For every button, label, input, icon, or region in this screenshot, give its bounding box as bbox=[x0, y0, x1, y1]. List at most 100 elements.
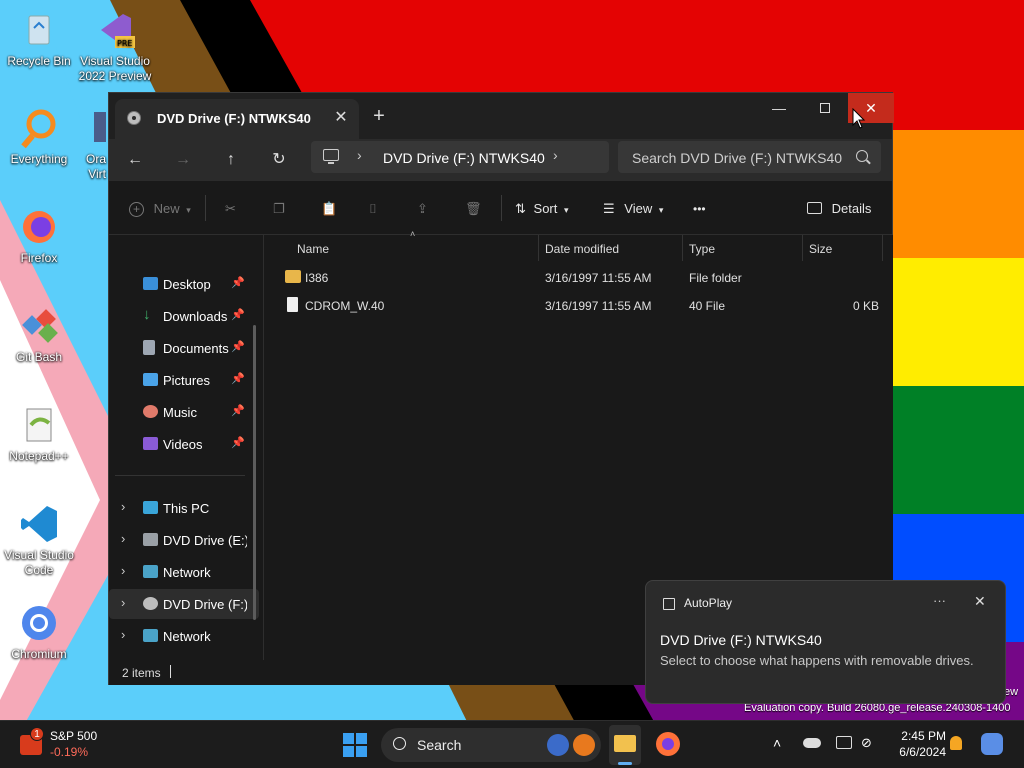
chevron-right-icon[interactable]: › bbox=[121, 595, 125, 610]
svg-text:PRE: PRE bbox=[117, 39, 132, 48]
nav-item-label: This PC bbox=[163, 501, 210, 516]
column-divider[interactable] bbox=[538, 235, 539, 261]
desktop-icon bbox=[143, 277, 158, 290]
new-tab-button[interactable]: + bbox=[367, 105, 391, 129]
column-divider[interactable] bbox=[802, 235, 803, 261]
onedrive-icon[interactable] bbox=[803, 738, 821, 748]
sort-indicator-icon: ˄ bbox=[410, 229, 416, 239]
desktop-icon-oracle[interactable]: Ora Virt bbox=[66, 106, 110, 182]
toast-more-button[interactable]: ··· bbox=[933, 593, 946, 608]
breadcrumb-chevron-icon[interactable]: › bbox=[553, 147, 558, 163]
file-date: 3/16/1997 11:55 AM bbox=[545, 271, 652, 285]
delete-button[interactable]: 🗑 bbox=[465, 199, 482, 219]
nav-item-dvd-e[interactable]: › DVD Drive (E:) L bbox=[109, 525, 259, 555]
view-button[interactable]: ☰ View ▾ bbox=[603, 199, 663, 219]
up-button[interactable]: ↑ bbox=[217, 148, 245, 172]
column-header-type[interactable]: Type bbox=[689, 242, 715, 256]
sort-icon: ⇅ bbox=[515, 201, 526, 216]
desktop-icon-vscode[interactable]: Visual Studio Code bbox=[0, 502, 78, 578]
notepadpp-icon bbox=[17, 403, 61, 447]
nav-item-network[interactable]: › Network bbox=[109, 557, 259, 587]
search-icon bbox=[393, 737, 406, 750]
desktop-icon-notepadpp[interactable]: Notepad++ bbox=[0, 403, 78, 464]
nav-item-label: DVD Drive (E:) L bbox=[163, 533, 247, 548]
tab-dvd-drive[interactable]: DVD Drive (F:) NTWKS40 ✕ bbox=[115, 99, 359, 139]
taskbar-search[interactable]: Search bbox=[381, 728, 601, 762]
chevron-right-icon[interactable]: › bbox=[121, 627, 125, 642]
start-button[interactable] bbox=[343, 733, 367, 757]
taskbar-file-explorer[interactable] bbox=[609, 725, 641, 765]
breadcrumb-current[interactable]: DVD Drive (F:) NTWKS40 bbox=[383, 150, 545, 166]
cut-button[interactable]: ✂ bbox=[225, 199, 236, 219]
basketball-icon bbox=[573, 734, 595, 756]
breadcrumb-chevron-icon[interactable]: › bbox=[357, 147, 362, 163]
address-field[interactable]: › DVD Drive (F:) NTWKS40 › bbox=[311, 141, 609, 173]
back-button[interactable]: ← bbox=[121, 148, 149, 172]
nav-item-pictures[interactable]: Pictures 📌 bbox=[109, 365, 259, 395]
paste-button[interactable]: 📋 bbox=[321, 199, 337, 219]
video-icon bbox=[143, 437, 158, 450]
recycle-bin-icon bbox=[17, 8, 61, 52]
share-button[interactable]: ⇪ bbox=[417, 199, 428, 219]
dvd-icon bbox=[143, 597, 158, 610]
nav-item-label: Network bbox=[163, 565, 211, 580]
chevron-right-icon[interactable]: › bbox=[121, 563, 125, 578]
table-row[interactable]: CDROM_W.40 3/16/1997 11:55 AM 40 File 0 … bbox=[279, 293, 879, 319]
column-divider[interactable] bbox=[882, 235, 883, 261]
nav-scrollbar[interactable] bbox=[253, 325, 256, 620]
minimize-button[interactable]: — bbox=[756, 93, 802, 123]
search-highlight-icon bbox=[547, 734, 569, 756]
desktop-icon-label: Visual Studio Code bbox=[4, 548, 74, 577]
sort-button[interactable]: ⇅ Sort ▾ bbox=[515, 199, 569, 219]
desktop-icon-visual-studio[interactable]: PRE Visual Studio 2022 Preview bbox=[76, 8, 154, 84]
nav-item-music[interactable]: Music 📌 bbox=[109, 397, 259, 427]
copilot-icon[interactable] bbox=[981, 733, 1003, 755]
more-options-button[interactable]: ••• bbox=[693, 199, 706, 219]
refresh-button[interactable]: ↻ bbox=[265, 148, 293, 172]
search-input[interactable]: Search DVD Drive (F:) NTWKS40 bbox=[618, 141, 881, 173]
notification-bell-icon[interactable] bbox=[950, 736, 962, 750]
desktop-icon-chromium[interactable]: Chromium bbox=[0, 601, 78, 662]
nav-item-downloads[interactable]: ↓ Downloads 📌 bbox=[109, 301, 259, 331]
forward-button[interactable]: → bbox=[169, 148, 197, 172]
network-icon bbox=[143, 629, 158, 642]
nav-item-desktop[interactable]: Desktop 📌 bbox=[109, 269, 259, 299]
clock[interactable]: 2:45 PM 6/6/2024 bbox=[890, 728, 946, 760]
network-status-icon[interactable]: ⊘ bbox=[861, 735, 872, 751]
display-icon[interactable] bbox=[836, 736, 852, 749]
nav-item-network[interactable]: › Network bbox=[109, 621, 259, 651]
chevron-down-icon: ▾ bbox=[186, 205, 191, 215]
firefox-icon bbox=[17, 205, 61, 249]
active-indicator bbox=[618, 762, 632, 765]
copy-button[interactable]: ❐ bbox=[273, 199, 285, 219]
desktop-icon-git-bash[interactable]: Git Bash bbox=[0, 304, 78, 365]
file-size: 0 KB bbox=[852, 299, 879, 313]
stock-badge: 1 bbox=[30, 727, 44, 741]
chevron-up-icon[interactable]: ˄ bbox=[773, 735, 781, 751]
maximize-button[interactable] bbox=[802, 93, 848, 123]
details-button[interactable]: Details bbox=[807, 199, 871, 219]
stock-widget[interactable]: 1 S&P 500 -0.19% bbox=[16, 727, 126, 763]
rename-button[interactable]: ⌷ bbox=[369, 199, 377, 219]
tab-close-button[interactable]: ✕ bbox=[329, 106, 353, 130]
nav-item-dvd-f[interactable]: › DVD Drive (F:) N bbox=[109, 589, 259, 619]
new-button[interactable]: + New ▾ bbox=[129, 199, 191, 219]
nav-item-videos[interactable]: Videos 📌 bbox=[109, 429, 259, 459]
desktop-icon-firefox[interactable]: Firefox bbox=[0, 205, 78, 266]
column-header-date[interactable]: Date modified bbox=[545, 242, 619, 256]
chevron-right-icon[interactable]: › bbox=[121, 531, 125, 546]
column-header-name[interactable]: Name bbox=[297, 242, 329, 256]
taskbar-firefox[interactable] bbox=[656, 732, 680, 756]
toast-title: DVD Drive (F:) NTWKS40 bbox=[660, 632, 822, 648]
column-header-size[interactable]: Size bbox=[809, 242, 832, 256]
toast-close-button[interactable]: ✕ bbox=[974, 593, 986, 610]
autoplay-notification[interactable]: AutoPlay ··· ✕ DVD Drive (F:) NTWKS40 Se… bbox=[645, 580, 1006, 704]
clock-time: 2:45 PM bbox=[901, 729, 946, 743]
nav-item-documents[interactable]: Documents 📌 bbox=[109, 333, 259, 363]
column-divider[interactable] bbox=[682, 235, 683, 261]
desktop-icon-recycle-bin[interactable]: Recycle Bin bbox=[0, 8, 78, 69]
chevron-right-icon[interactable]: › bbox=[121, 499, 125, 514]
nav-item-this-pc[interactable]: › This PC bbox=[109, 493, 259, 523]
table-row[interactable]: I386 3/16/1997 11:55 AM File folder bbox=[279, 265, 879, 291]
pin-icon: 📌 bbox=[231, 405, 245, 417]
